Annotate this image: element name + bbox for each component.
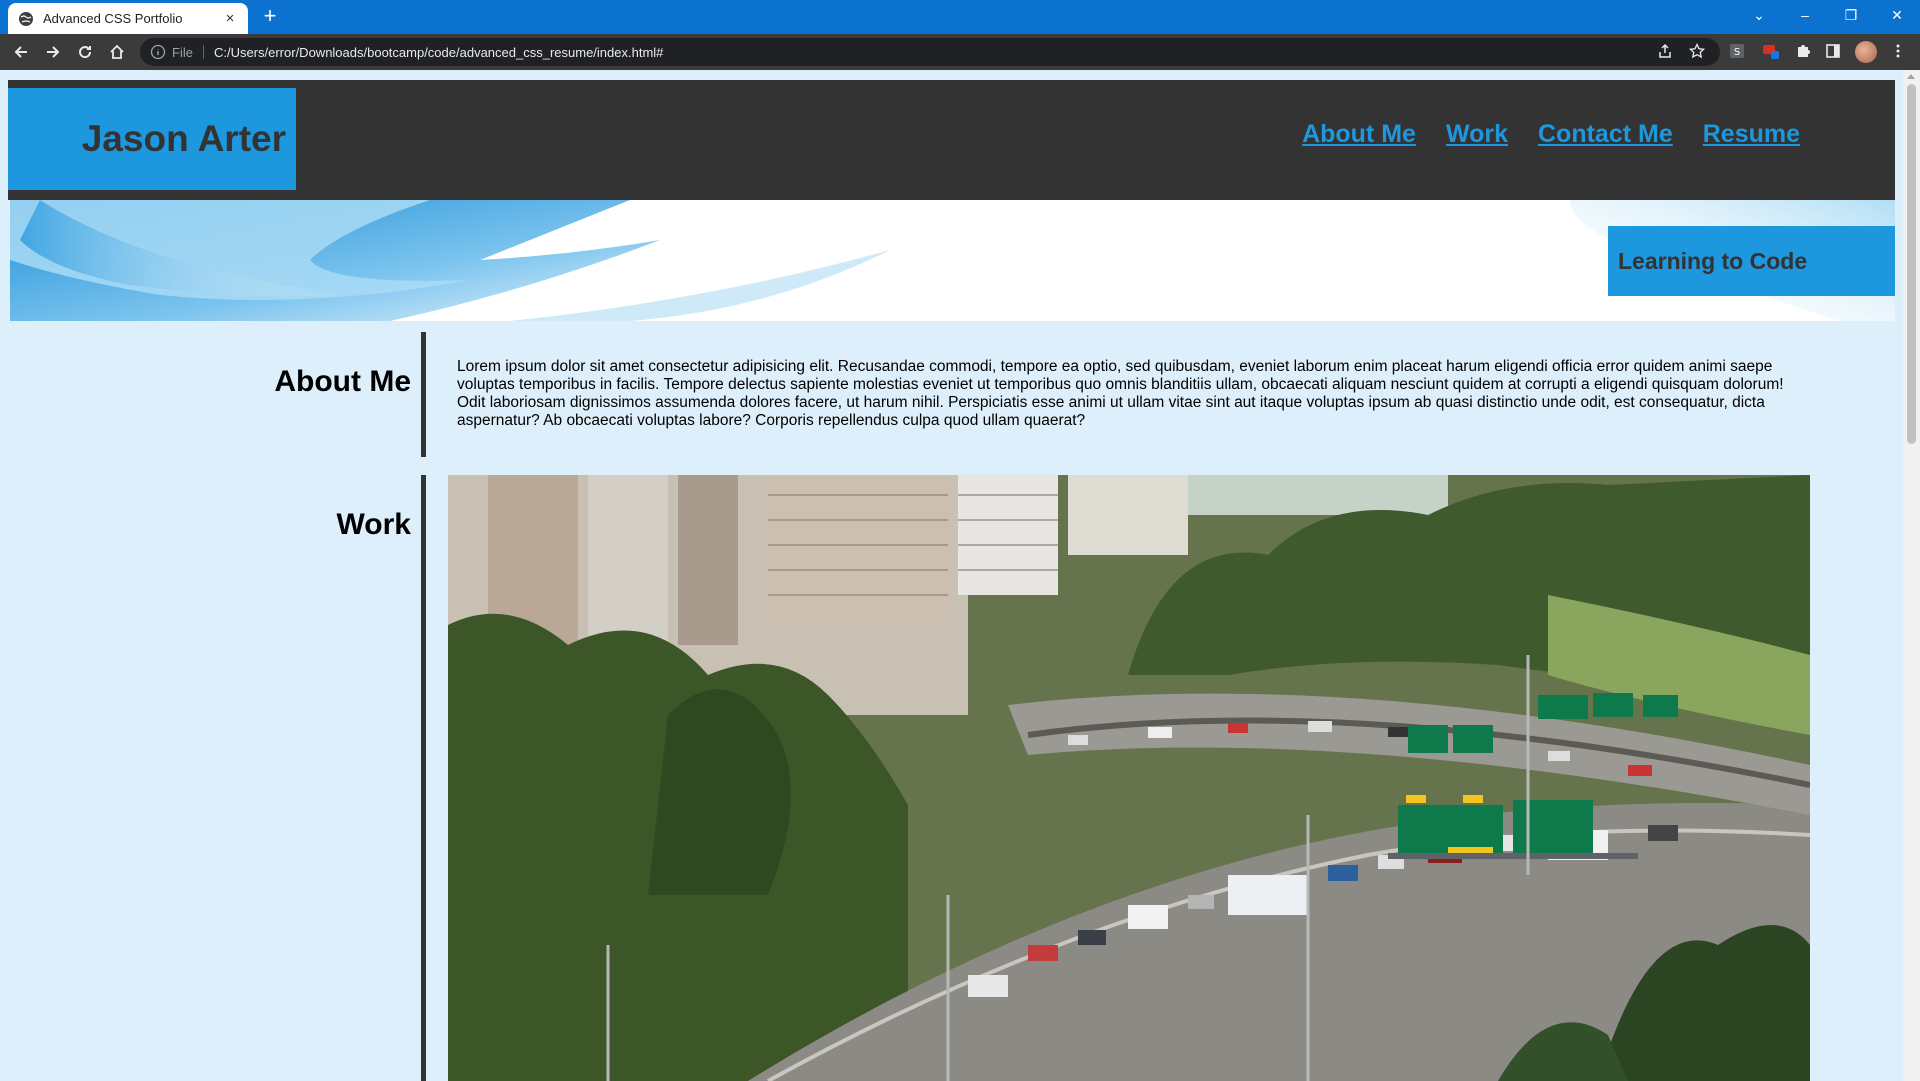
extension-badge-button[interactable] <box>1760 40 1782 62</box>
tab-close-icon[interactable]: × <box>222 10 238 27</box>
back-arrow-icon <box>14 46 27 58</box>
hero-badge: Learning to Code <box>1608 226 1895 296</box>
work-divider <box>421 475 426 1081</box>
forward-button[interactable] <box>41 40 65 64</box>
site-title: Jason Arter <box>81 118 286 159</box>
nav-link-resume[interactable]: Resume <box>1703 120 1800 149</box>
about-me-heading: About Me <box>274 365 411 398</box>
nav-link-about-me[interactable]: About Me <box>1302 120 1416 149</box>
brand-block: Jason Arter <box>8 88 296 190</box>
close-window-button[interactable]: ✕ <box>1874 0 1920 30</box>
extensions-button[interactable] <box>1792 40 1814 62</box>
svg-text:S: S <box>1734 47 1740 58</box>
forward-arrow-icon <box>47 46 60 58</box>
extension-badge-icon <box>1763 45 1779 59</box>
scrollbar-thumb[interactable] <box>1907 84 1916 444</box>
address-bar[interactable]: File C:/Users/error/Downloads/bootcamp/c… <box>140 38 1720 66</box>
browser-tab-bar: Advanced CSS Portfolio × + ⌄ – ❐ ✕ <box>0 0 1920 34</box>
hero-banner: Learning to Code <box>10 200 1895 321</box>
tab-search-icon[interactable]: ⌄ <box>1736 0 1782 30</box>
work-project-image[interactable] <box>448 475 1810 1081</box>
nav-link-work[interactable]: Work <box>1446 120 1508 149</box>
back-button[interactable] <box>9 40 33 64</box>
share-button[interactable] <box>1654 40 1676 62</box>
nav-link-contact-me[interactable]: Contact Me <box>1538 120 1673 149</box>
work-heading: Work <box>336 508 411 541</box>
share-icon <box>1659 43 1671 58</box>
hero-tagline: Learning to Code <box>1618 247 1808 274</box>
scroll-up-icon[interactable] <box>1907 74 1915 79</box>
extension-s-button[interactable]: S <box>1726 40 1748 62</box>
new-tab-button[interactable]: + <box>258 5 282 29</box>
puzzle-icon <box>1798 45 1810 57</box>
restore-button[interactable]: ❐ <box>1828 0 1874 30</box>
file-label: File <box>172 44 193 60</box>
omnibox-divider <box>202 45 204 59</box>
side-panel-button[interactable] <box>1822 40 1844 62</box>
reload-icon <box>79 46 92 59</box>
page-scrollbar[interactable] <box>1903 70 1920 1081</box>
info-icon[interactable] <box>150 44 166 60</box>
site-header: Jason Arter About Me Work Contact Me Res… <box>8 80 1895 200</box>
star-icon <box>1689 43 1705 59</box>
home-button[interactable] <box>105 40 129 64</box>
bookmark-button[interactable] <box>1686 40 1708 62</box>
profile-avatar[interactable] <box>1855 41 1877 63</box>
url-text[interactable]: C:/Users/error/Downloads/bootcamp/code/a… <box>214 45 663 60</box>
browser-tab[interactable]: Advanced CSS Portfolio × <box>8 3 248 34</box>
side-panel-icon <box>1826 44 1840 58</box>
tab-title: Advanced CSS Portfolio <box>43 11 183 26</box>
freeway-traffic-photo <box>448 475 1810 1081</box>
extension-s-icon: S <box>1730 44 1744 58</box>
globe-icon <box>19 11 33 26</box>
home-icon <box>110 44 124 59</box>
about-me-text: Lorem ipsum dolor sit amet consectetur a… <box>457 358 1784 429</box>
kebab-menu-icon <box>1896 44 1900 58</box>
menu-button[interactable] <box>1887 40 1909 62</box>
page-viewport: Jason Arter About Me Work Contact Me Res… <box>0 70 1920 1081</box>
site-nav: About Me Work Contact Me Resume <box>1302 120 1800 149</box>
reload-button[interactable] <box>73 40 97 64</box>
about-me-divider <box>421 332 426 457</box>
browser-toolbar: File C:/Users/error/Downloads/bootcamp/c… <box>0 34 1920 70</box>
minimize-button[interactable]: – <box>1782 0 1828 30</box>
